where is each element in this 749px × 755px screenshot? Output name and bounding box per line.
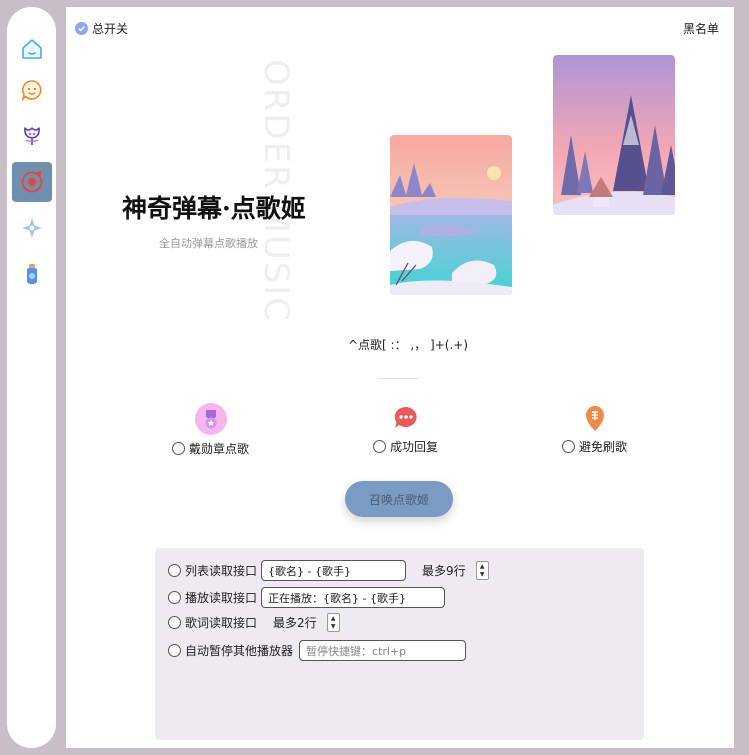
lyric-max-label: 最多2行: [273, 616, 317, 630]
landscape-illustration-forest: [553, 55, 675, 215]
auto-pause-label: 自动暂停其他播放器: [185, 644, 294, 658]
checkmark-icon: [75, 22, 88, 35]
reply-bubble-icon: [394, 406, 417, 428]
trigger-regex: ^点歌[ :： ,， ]+(.+): [348, 338, 469, 352]
sidebar-item-music-request[interactable]: [12, 162, 52, 202]
sidebar-item-bottle[interactable]: [12, 254, 52, 294]
option-label: 成功回复: [390, 440, 439, 454]
radio-circle: [172, 442, 185, 455]
option-avoid-spam: 避免刷歌: [562, 403, 627, 455]
play-api-input[interactable]: 正在播放：{歌名} - {歌手}: [261, 587, 446, 608]
stepper-up-icon: ▲: [330, 614, 336, 622]
radio-circle: [562, 440, 575, 453]
home-icon: [22, 39, 42, 59]
medal-request-radio[interactable]: 戴勋章点歌: [172, 440, 249, 457]
list-max-stepper[interactable]: ▲ ▼: [475, 561, 489, 580]
radio-circle: [373, 440, 386, 453]
lyric-api-radio[interactable]: [168, 616, 181, 629]
sidebar-item-flower[interactable]: [12, 116, 52, 156]
stepper-up-icon: ▲: [479, 562, 485, 570]
blacklist-button[interactable]: 黑名单: [683, 20, 719, 37]
option-label: 戴勋章点歌: [189, 442, 250, 456]
medal-icon: [194, 403, 227, 435]
main-panel: 总开关 黑名单 ORDER MUSIC 神奇弹幕·点歌姬 全自动弹幕点歌播放 ^…: [66, 7, 734, 748]
music-request-icon: [21, 171, 43, 193]
play-api-row: 播放读取接口 正在播放：{歌名} - {歌手}: [168, 587, 446, 608]
play-api-radio[interactable]: [168, 591, 181, 604]
play-api-label: 播放读取接口: [185, 591, 258, 605]
sidebar-item-home[interactable]: [12, 29, 52, 69]
sidebar: [7, 7, 56, 748]
stepper-down-icon: ▼: [330, 622, 336, 630]
option-label: 避免刷歌: [579, 440, 628, 454]
auto-pause-row: 自动暂停其他播放器 暂停快捷键：ctrl+p: [168, 640, 467, 661]
lyric-api-row: 歌词读取接口 最多2行 ▲ ▼: [168, 613, 340, 632]
sparkle-icon: [22, 218, 42, 238]
list-api-label: 列表读取接口: [185, 564, 258, 578]
sidebar-item-sparkle[interactable]: [12, 208, 52, 248]
option-success-reply: 成功回复: [373, 403, 438, 455]
sidebar-item-chat[interactable]: [12, 70, 52, 110]
flower-icon: [24, 127, 40, 145]
landscape-illustration-lake: [390, 135, 512, 295]
avoid-spam-radio[interactable]: 避免刷歌: [562, 438, 627, 455]
pause-hotkey-input[interactable]: 暂停快捷键：ctrl+p: [299, 640, 467, 661]
auto-pause-radio[interactable]: [168, 644, 181, 657]
shield-location-icon: [585, 406, 604, 431]
option-medal-request: 戴勋章点歌: [172, 403, 249, 457]
master-switch-label: 总开关: [92, 22, 129, 36]
settings-panel: 列表读取接口 {歌名} - {歌手} 最多9行 ▲ ▼ 播放读取接口 正在播放：…: [155, 548, 644, 740]
success-reply-radio[interactable]: 成功回复: [373, 438, 438, 455]
list-max-label: 最多9行: [422, 564, 466, 578]
bottle-icon: [27, 264, 37, 284]
page-title: 神奇弹幕·点歌姬: [122, 194, 306, 223]
chat-bubble-icon: [21, 80, 42, 102]
list-api-input[interactable]: {歌名} - {歌手}: [261, 560, 407, 581]
list-api-row: 列表读取接口 {歌名} - {歌手} 最多9行 ▲ ▼: [168, 560, 489, 581]
lyric-max-stepper[interactable]: ▲ ▼: [326, 613, 340, 632]
stepper-down-icon: ▼: [479, 570, 485, 578]
master-switch[interactable]: 总开关: [75, 20, 128, 37]
divider: [379, 378, 419, 379]
lyric-api-label: 歌词读取接口: [185, 616, 258, 630]
summon-button[interactable]: 召唤点歌姬: [345, 481, 453, 517]
page-subtitle: 全自动弹幕点歌播放: [159, 237, 258, 250]
list-api-radio[interactable]: [168, 564, 181, 577]
